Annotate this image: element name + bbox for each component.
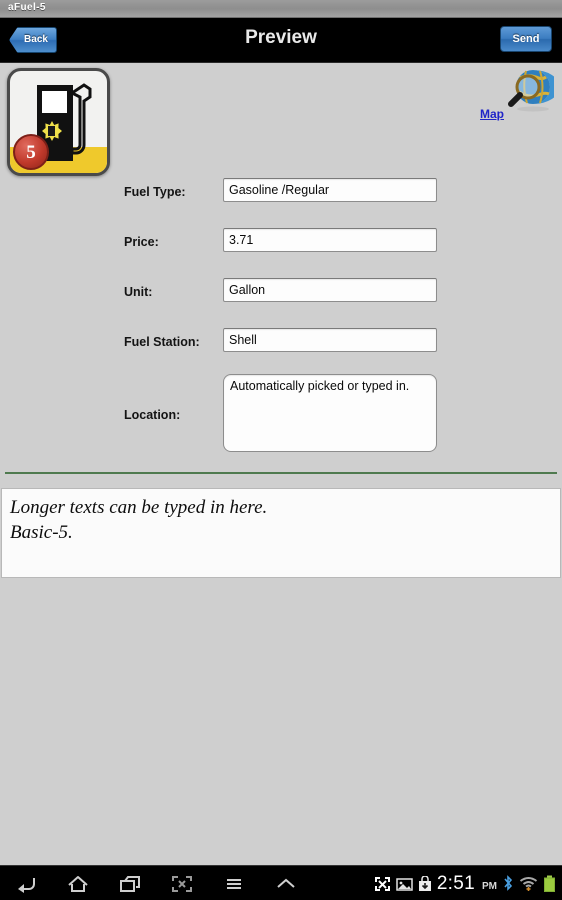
fuel-type-label: Fuel Type: [124,185,186,199]
screen-capture-icon [172,875,192,892]
system-navigation-bar: 2:51 PM [0,865,562,900]
status-clock-period: PM [482,881,497,892]
pump-star-center-icon [48,126,55,136]
window-title-bar: aFuel-5 [0,0,562,18]
nav-button-group [0,866,312,900]
app-header-bar: Preview [0,18,562,63]
location-textarea[interactable] [223,374,437,452]
back-button-label: Back [24,34,48,45]
chevron-up-icon [277,878,295,888]
nav-expand-button[interactable] [260,866,312,900]
icon-badge-number: 5 [26,142,36,163]
home-icon [68,875,88,892]
wifi-icon[interactable] [519,876,538,892]
nav-menu-button[interactable] [208,866,260,900]
nav-home-button[interactable] [52,866,104,900]
fullscreen-icon[interactable] [374,876,391,892]
location-label: Location: [124,408,181,422]
map-area[interactable]: Map [470,68,556,123]
fuel-type-input[interactable] [223,178,437,202]
app-icon: 5 [7,68,110,176]
window-title: aFuel-5 [8,2,46,13]
globe-search-icon [508,70,554,112]
unit-input[interactable] [223,278,437,302]
device-screen: aFuel-5 Preview Back Send 5 Map Fuel Typ… [0,0,562,900]
nav-recents-button[interactable] [104,866,156,900]
send-button-label: Send [512,33,540,45]
fuel-station-input[interactable] [223,328,437,352]
icon-count-badge: 5 [13,134,49,170]
send-button[interactable]: Send [500,26,552,52]
map-link[interactable]: Map [480,107,504,121]
price-label: Price: [124,235,159,249]
back-button[interactable]: Back [9,27,57,53]
menu-icon [227,878,241,889]
main-content: 5 Map Fuel Type: Price: [0,63,562,865]
section-divider [5,472,557,474]
battery-icon[interactable] [543,875,556,893]
download-icon[interactable] [418,875,432,892]
bluetooth-icon[interactable] [502,875,514,892]
notes-textarea[interactable]: Longer texts can be typed in here. Basic… [1,488,561,578]
fuel-station-label: Fuel Station: [124,335,200,349]
page-title: Preview [245,27,317,48]
nav-back-button[interactable] [0,866,52,900]
nav-screenshot-button[interactable] [156,866,208,900]
unit-label: Unit: [124,285,153,299]
recent-apps-icon [120,875,140,892]
price-input[interactable] [223,228,437,252]
status-icon-group: 2:51 PM [374,866,556,900]
back-arrow-icon [18,877,35,893]
screenshot-saved-icon[interactable] [396,877,413,891]
fuel-nozzle-icon [69,83,92,155]
pump-display-icon [42,91,67,113]
status-clock: 2:51 [436,872,475,894]
